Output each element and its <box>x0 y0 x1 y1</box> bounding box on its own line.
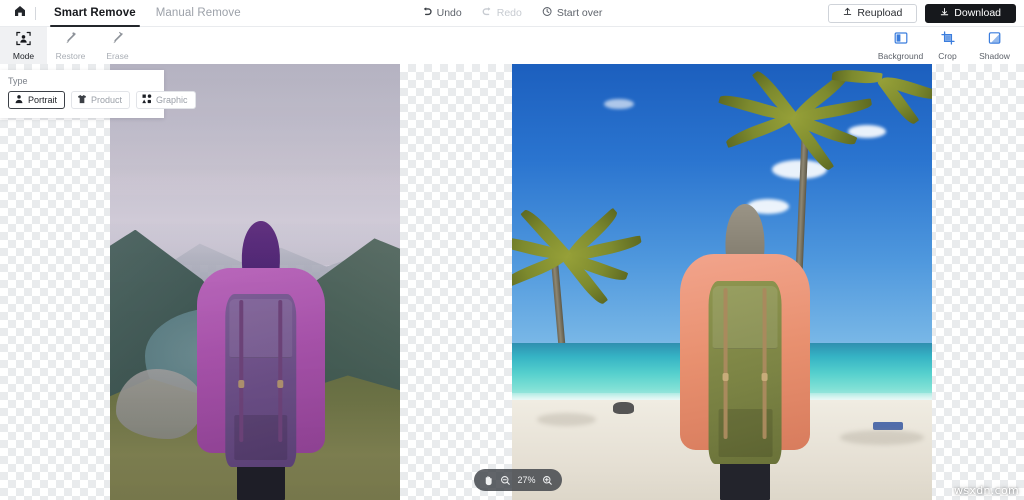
beach-towel <box>873 421 903 431</box>
type-panel-title: Type <box>8 76 28 86</box>
editor-canvas[interactable]: 27% <box>0 64 1024 500</box>
distant-beachgoer <box>612 401 634 415</box>
person-figure-right <box>680 203 811 500</box>
tool-mode-label: Mode <box>12 50 35 61</box>
person-in-frame-icon <box>16 31 31 51</box>
person-icon <box>14 94 24 106</box>
home-button[interactable] <box>7 0 33 27</box>
tool-bar: Mode Restore Erase Background Crop Shado… <box>0 27 1024 64</box>
tool-erase[interactable]: Erase <box>94 27 141 64</box>
header-divider <box>35 6 36 20</box>
tool-shadow[interactable]: Shadow <box>971 27 1018 64</box>
tshirt-icon <box>77 94 87 106</box>
tool-crop-label: Crop <box>938 50 957 61</box>
tool-mode[interactable]: Mode <box>0 27 47 64</box>
type-options: Portrait Product Graphic <box>8 91 196 109</box>
type-option-product-label: Product <box>91 95 123 105</box>
backpack <box>708 280 782 465</box>
tool-restore-label: Restore <box>55 50 86 61</box>
tab-smart-remove-label: Smart Remove <box>54 7 136 19</box>
sand-shadow <box>537 412 596 426</box>
tool-background[interactable]: Background <box>877 27 924 64</box>
erase-brush-icon <box>110 31 125 51</box>
tab-manual-remove[interactable]: Manual Remove <box>146 0 251 27</box>
type-option-portrait[interactable]: Portrait <box>8 91 66 109</box>
download-button[interactable]: Download <box>925 3 1016 23</box>
type-option-product[interactable]: Product <box>71 91 131 109</box>
result-image-preview[interactable] <box>512 64 932 500</box>
backpack-buckle-right <box>761 372 768 381</box>
type-panel: Type Portrait Product Graphic <box>0 70 196 118</box>
reupload-label: Reupload <box>857 7 903 19</box>
purple-color-tint <box>110 64 400 500</box>
undo-button[interactable]: Undo <box>419 4 465 22</box>
backpack-strap-left <box>723 287 728 439</box>
refresh-clock-icon <box>542 6 553 20</box>
header-actions: Reupload Download <box>828 3 1016 23</box>
redo-arrow-icon <box>482 6 493 20</box>
image-editor-app: Smart Remove Manual Remove Undo Redo Sta… <box>0 0 1024 500</box>
undo-label: Undo <box>436 7 462 19</box>
tab-manual-remove-label: Manual Remove <box>155 7 241 19</box>
top-navigation-bar: Smart Remove Manual Remove Undo Redo Sta… <box>0 0 1024 27</box>
sand-shadow <box>839 430 924 446</box>
start-over-label: Start over <box>556 7 603 19</box>
tool-shadow-label: Shadow <box>979 50 1010 61</box>
backpack-flap <box>713 286 778 349</box>
tool-restore[interactable]: Restore <box>47 27 94 64</box>
right-tool-group: Background Crop Shadow <box>877 27 1018 64</box>
home-icon <box>14 4 26 22</box>
download-icon <box>940 7 949 19</box>
crop-icon <box>940 31 955 50</box>
backpack-buckle-left <box>722 372 729 381</box>
left-tool-group: Mode Restore Erase <box>0 27 141 64</box>
restore-brush-icon <box>63 31 78 51</box>
type-option-portrait-label: Portrait <box>28 95 58 105</box>
type-option-graphic-label: Graphic <box>156 95 188 105</box>
hand-pan-icon[interactable] <box>483 475 494 486</box>
history-toolbar: Undo Redo Start over <box>419 4 606 22</box>
mode-tabs: Smart Remove Manual Remove <box>44 0 251 27</box>
undo-arrow-icon <box>422 6 433 20</box>
zoom-in-icon[interactable] <box>542 475 553 486</box>
zoom-control: 27% <box>474 469 562 491</box>
redo-label: Redo <box>496 7 522 19</box>
shadow-square-icon <box>988 31 1002 50</box>
shapes-icon <box>142 94 152 106</box>
backpack-strap-right <box>762 287 767 439</box>
background-panel-icon <box>894 31 908 50</box>
start-over-button[interactable]: Start over <box>539 4 606 22</box>
tool-crop[interactable]: Crop <box>924 27 971 64</box>
tool-erase-label: Erase <box>106 50 129 61</box>
zoom-out-icon[interactable] <box>500 475 511 486</box>
type-option-graphic[interactable]: Graphic <box>136 91 196 109</box>
zoom-level-value: 27% <box>517 475 536 485</box>
download-label: Download <box>954 7 1001 19</box>
redo-button[interactable]: Redo <box>479 4 525 22</box>
tab-smart-remove[interactable]: Smart Remove <box>44 0 146 27</box>
original-image-preview[interactable] <box>110 64 400 500</box>
reupload-button[interactable]: Reupload <box>828 3 918 23</box>
site-watermark: wsxdn.com <box>954 484 1019 497</box>
tool-background-label: Background <box>877 50 924 61</box>
upload-icon <box>843 7 852 19</box>
